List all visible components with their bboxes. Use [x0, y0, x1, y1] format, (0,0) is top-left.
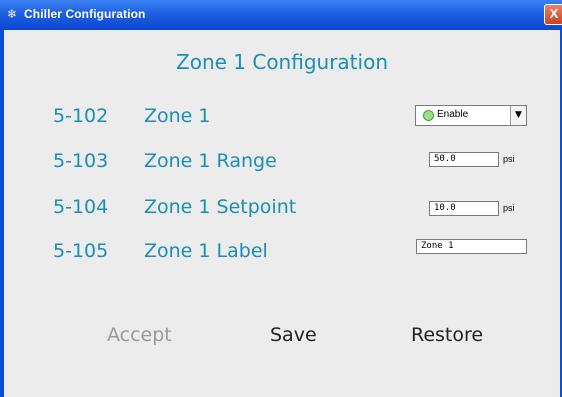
row-label-range: Zone 1 Range [144, 150, 277, 172]
row-label-zone: Zone 1 [144, 105, 211, 127]
row-code-zone: 5-102 [53, 105, 109, 127]
window: ❄ Chiller Configuration X Zone 1 Configu… [0, 0, 562, 397]
zone-enable-value: Enable [437, 109, 469, 120]
zone-enable-dropdown[interactable]: Enable ▼ [415, 105, 527, 126]
zone-label-input[interactable]: Zone 1 [416, 239, 527, 254]
status-indicator-icon [423, 110, 434, 121]
panel-title: Zone 1 Configuration [176, 50, 388, 74]
row-code-label: 5-105 [53, 240, 109, 262]
app-icon: ❄ [7, 7, 18, 21]
range-input[interactable]: 50.0 [429, 152, 499, 167]
row-label-label: Zone 1 Label [144, 240, 268, 262]
setpoint-input[interactable]: 10.0 [429, 201, 499, 216]
window-title: Chiller Configuration [24, 7, 146, 21]
close-icon: X [549, 6, 559, 21]
setpoint-unit: psi [503, 203, 515, 213]
accept-button[interactable]: Accept [107, 324, 172, 346]
row-code-range: 5-103 [53, 150, 109, 172]
row-code-setpoint: 5-104 [53, 196, 109, 218]
chevron-down-icon[interactable]: ▼ [510, 106, 526, 125]
range-unit: psi [503, 154, 515, 164]
config-panel: Zone 1 Configuration 5-102 Zone 1 Enable… [4, 30, 560, 397]
row-label-setpoint: Zone 1 Setpoint [144, 196, 297, 218]
restore-button[interactable]: Restore [411, 324, 483, 346]
save-button[interactable]: Save [270, 324, 317, 346]
title-bar[interactable]: ❄ Chiller Configuration X [0, 0, 562, 30]
close-button[interactable]: X [544, 4, 562, 25]
